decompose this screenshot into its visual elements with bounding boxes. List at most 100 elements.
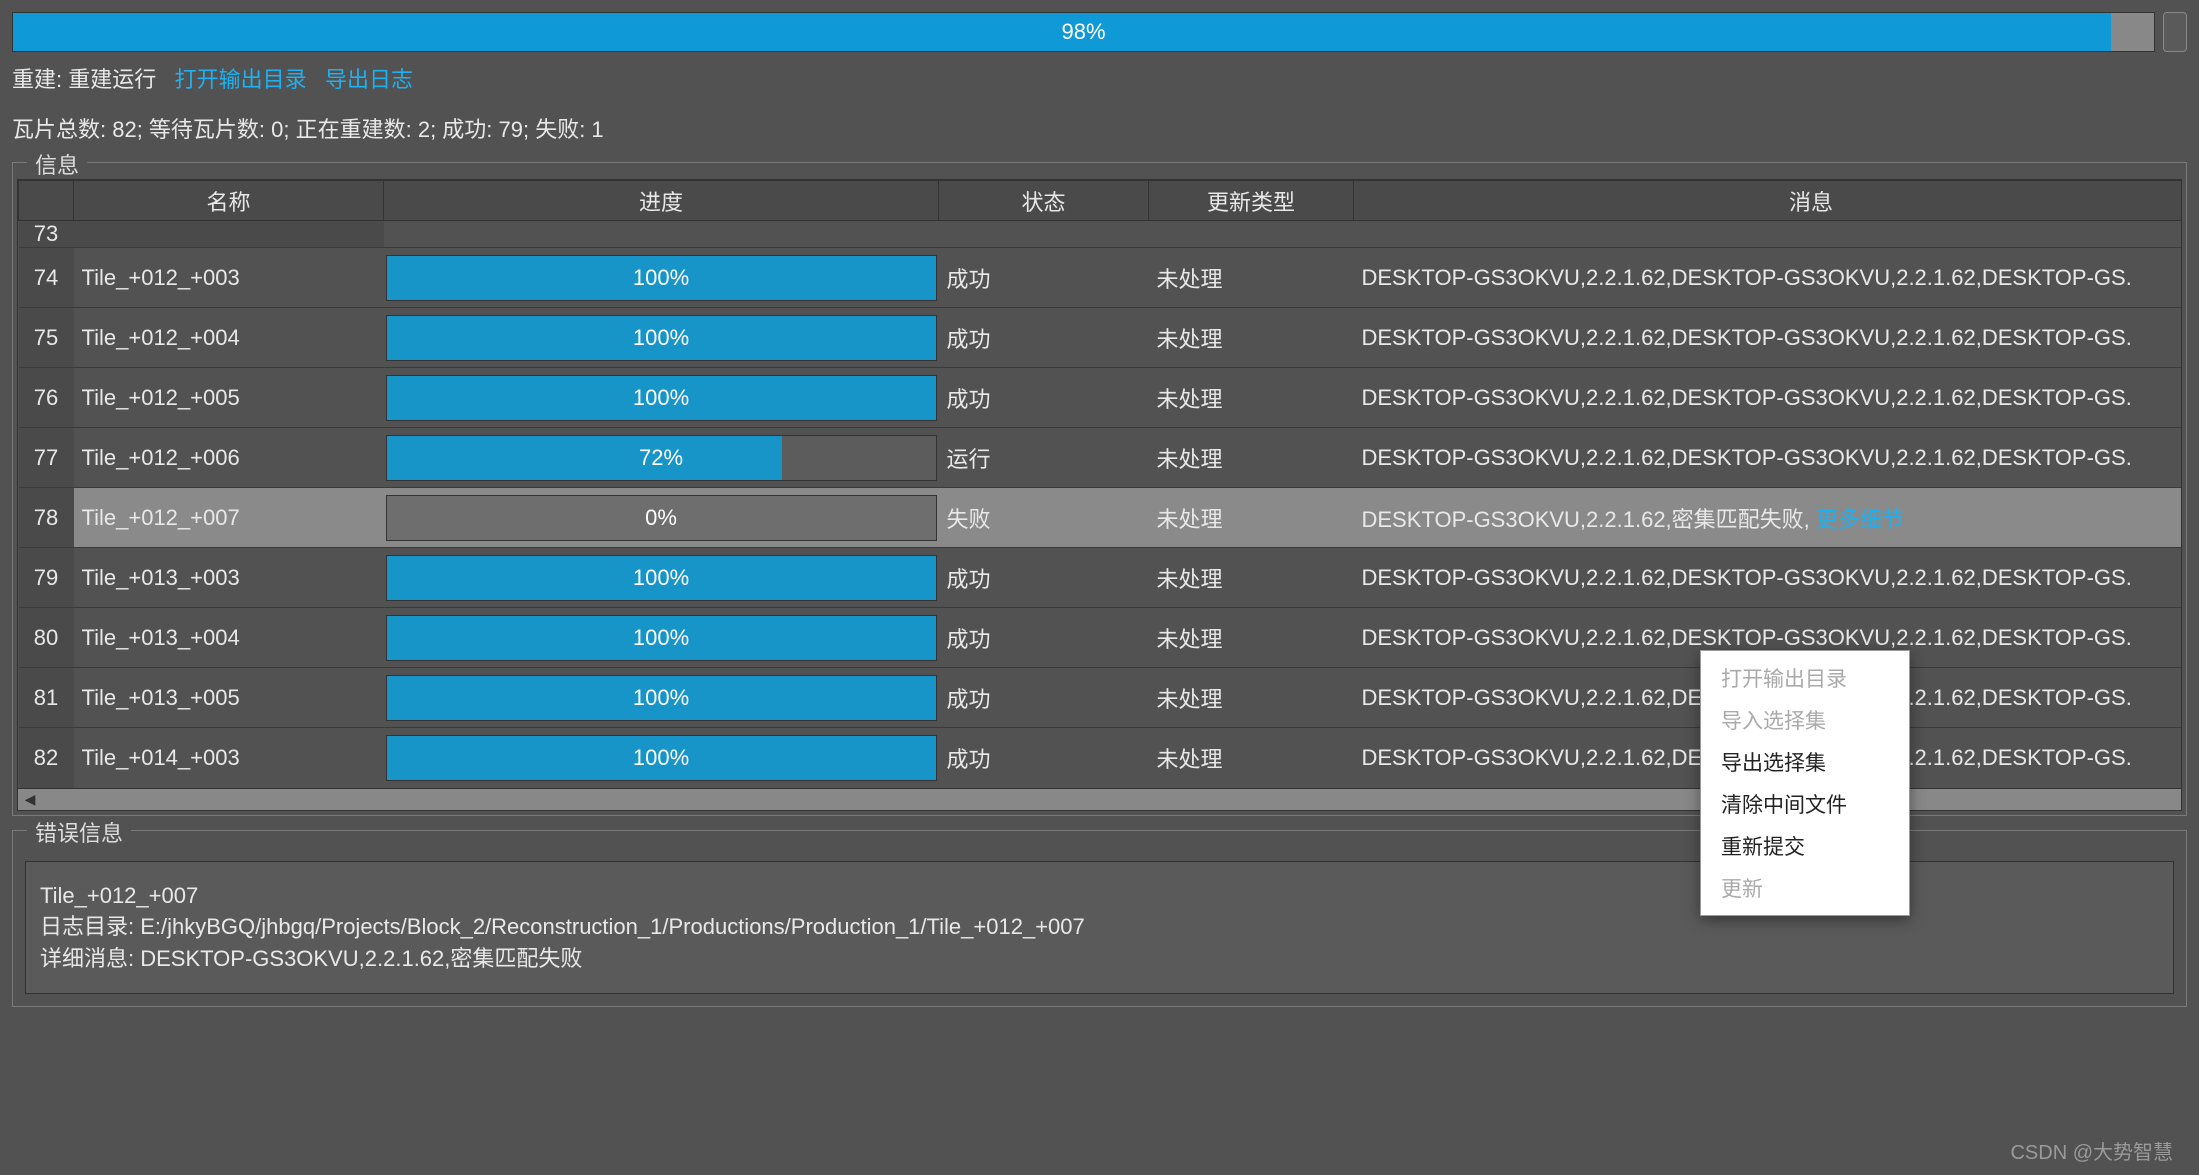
row-index: 78 [19,488,74,548]
row-progress: 100% [386,255,937,301]
row-progress: 0% [386,495,937,541]
row-context-menu[interactable]: 打开输出目录导入选择集导出选择集清除中间文件重新提交更新 [1700,650,1910,916]
context-menu-item[interactable]: 重新提交 [1701,825,1909,867]
col-header-state[interactable]: 状态 [939,181,1149,221]
row-update-type: 未处理 [1149,548,1354,608]
row-update-type: 未处理 [1149,368,1354,428]
table-row[interactable]: 73 [19,221,2183,248]
row-state: 成功 [939,608,1149,668]
row-index: 75 [19,308,74,368]
col-header-index[interactable] [19,181,74,221]
table-row[interactable]: 76Tile_+012_+005100%成功未处理DESKTOP-GS3OKVU… [19,368,2183,428]
side-button[interactable] [2163,12,2187,52]
export-log-link[interactable]: 导出日志 [325,67,413,92]
row-state: 成功 [939,548,1149,608]
col-header-progress[interactable]: 进度 [384,181,939,221]
row-progress: 100% [386,675,937,721]
row-state: 成功 [939,728,1149,788]
row-update-type: 未处理 [1149,308,1354,368]
table-row[interactable]: 75Tile_+012_+004100%成功未处理DESKTOP-GS3OKVU… [19,308,2183,368]
table-row[interactable]: 77Tile_+012_+00672%运行未处理DESKTOP-GS3OKVU,… [19,428,2183,488]
row-tile-name: Tile_+012_+007 [74,488,384,548]
row-progress: 100% [386,375,937,421]
row-progress-cell: 100% [384,608,939,668]
row-progress-label: 0% [387,496,936,540]
row-progress-label: 100% [387,736,936,780]
row-index: 79 [19,548,74,608]
row-tile-name: Tile_+013_+003 [74,548,384,608]
context-menu-item: 导入选择集 [1701,699,1909,741]
row-progress: 100% [386,615,937,661]
row-state: 运行 [939,428,1149,488]
row-progress-cell: 100% [384,668,939,728]
row-progress-label: 72% [387,436,936,480]
row-index: 76 [19,368,74,428]
row-state: 成功 [939,668,1149,728]
row-index: 73 [19,221,74,248]
row-state: 成功 [939,248,1149,308]
row-index: 81 [19,668,74,728]
row-message: DESKTOP-GS3OKVU,2.2.1.62,DESKTOP-GS3OKVU… [1354,368,2183,428]
table-row[interactable]: 78Tile_+012_+0070%失败未处理DESKTOP-GS3OKVU,2… [19,488,2183,548]
row-message: DESKTOP-GS3OKVU,2.2.1.62,DESKTOP-GS3OKVU… [1354,248,2183,308]
error-detail: 详细消息: DESKTOP-GS3OKVU,2.2.1.62,密集匹配失败 [40,943,2159,975]
row-update-type: 未处理 [1149,608,1354,668]
col-header-name[interactable]: 名称 [74,181,384,221]
more-details-link[interactable]: 更多细节 [1816,507,1904,532]
row-message: DESKTOP-GS3OKVU,2.2.1.62,DESKTOP-GS3OKVU… [1354,548,2183,608]
status-line: 重建: 重建运行 打开输出目录 导出日志 [12,62,2187,94]
row-index: 77 [19,428,74,488]
row-index: 82 [19,728,74,788]
row-update-type: 未处理 [1149,488,1354,548]
row-progress-cell: 100% [384,308,939,368]
col-header-update[interactable]: 更新类型 [1149,181,1354,221]
row-progress: 100% [386,555,937,601]
context-menu-item[interactable]: 清除中间文件 [1701,783,1909,825]
row-progress: 100% [386,735,937,781]
overall-progress-label: 98% [13,13,2154,51]
table-row[interactable]: 74Tile_+012_+003100%成功未处理DESKTOP-GS3OKVU… [19,248,2183,308]
row-message [1354,221,2183,248]
error-fieldset-label: 错误信息 [27,816,131,848]
row-state: 成功 [939,308,1149,368]
row-progress-cell: 100% [384,728,939,788]
row-update-type: 未处理 [1149,428,1354,488]
row-tile-name: Tile_+012_+004 [74,308,384,368]
row-tile-name: Tile_+012_+003 [74,248,384,308]
info-fieldset-label: 信息 [27,148,87,180]
context-menu-item[interactable]: 导出选择集 [1701,741,1909,783]
table-row[interactable]: 79Tile_+013_+003100%成功未处理DESKTOP-GS3OKVU… [19,548,2183,608]
row-state: 成功 [939,368,1149,428]
row-tile-name: Tile_+012_+005 [74,368,384,428]
open-output-link[interactable]: 打开输出目录 [175,67,307,92]
row-progress-label: 100% [387,616,936,660]
row-tile-name: Tile_+014_+003 [74,728,384,788]
row-progress-label: 100% [387,316,936,360]
row-tile-name: Tile_+012_+006 [74,428,384,488]
row-update-type: 未处理 [1149,668,1354,728]
row-index: 74 [19,248,74,308]
row-progress-cell: 100% [384,368,939,428]
row-progress-cell: 100% [384,548,939,608]
row-progress-cell: 0% [384,488,939,548]
row-tile-name: Tile_+013_+004 [74,608,384,668]
row-state [939,221,1149,248]
row-progress-label: 100% [387,256,936,300]
row-state: 失败 [939,488,1149,548]
row-message: DESKTOP-GS3OKVU,2.2.1.62,DESKTOP-GS3OKVU… [1354,308,2183,368]
row-update-type: 未处理 [1149,728,1354,788]
watermark: CSDN @大势智慧 [2010,1136,2173,1165]
error-log-dir: 日志目录: E:/jhkyBGQ/jhbgq/Projects/Block_2/… [40,911,2159,943]
rebuild-status-text: 重建: 重建运行 [12,67,156,92]
context-menu-item: 打开输出目录 [1701,657,1909,699]
row-tile-name [74,221,384,248]
row-update-type: 未处理 [1149,248,1354,308]
row-progress: 72% [386,435,937,481]
col-header-message[interactable]: 消息 [1354,181,2183,221]
row-progress-label: 100% [387,376,936,420]
row-tile-name: Tile_+013_+005 [74,668,384,728]
row-progress-label: 100% [387,556,936,600]
row-message: DESKTOP-GS3OKVU,2.2.1.62,DESKTOP-GS3OKVU… [1354,428,2183,488]
row-message: DESKTOP-GS3OKVU,2.2.1.62,密集匹配失败, 更多细节 [1354,488,2183,548]
scroll-left-icon[interactable]: ◀ [18,789,42,810]
